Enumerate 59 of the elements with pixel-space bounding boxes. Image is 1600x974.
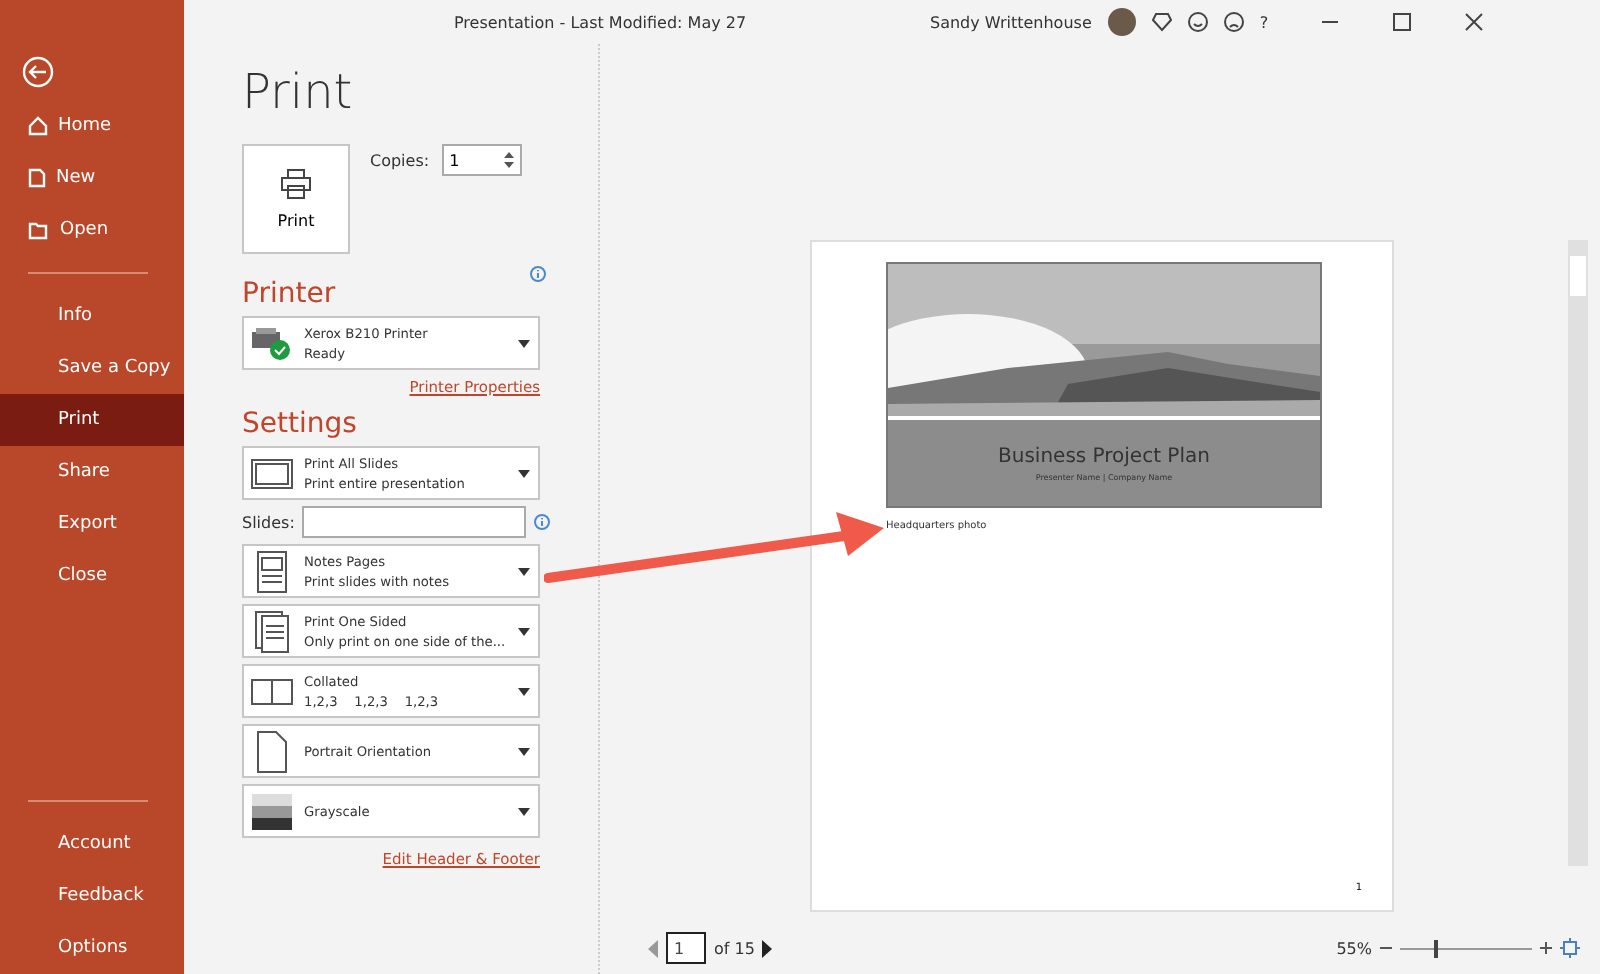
info-icon[interactable] xyxy=(530,266,546,282)
zoom-thumb[interactable] xyxy=(1434,939,1439,957)
sidebar-item[interactable]: Export xyxy=(0,498,184,550)
sidebar-item[interactable]: Open xyxy=(0,204,184,256)
slides-field[interactable] xyxy=(302,506,527,538)
sidebar-item[interactable]: Close xyxy=(0,550,184,602)
grayscale-icon xyxy=(250,789,294,833)
copies-spinner[interactable]: 1 xyxy=(441,144,522,176)
sidebar-item[interactable]: Print xyxy=(0,394,184,446)
fit-page-icon[interactable] xyxy=(1560,938,1580,958)
sidebar-item[interactable]: Home xyxy=(0,100,184,152)
spin-arrows-icon xyxy=(503,150,514,170)
printer-ready-icon xyxy=(250,325,294,361)
sidebar-item[interactable]: Save a Copy xyxy=(0,342,184,394)
zoom-in-icon[interactable] xyxy=(1540,942,1552,954)
copies-label: Copies: xyxy=(370,151,430,169)
maximize-icon[interactable] xyxy=(1392,12,1413,32)
section-heading: Settings xyxy=(242,408,359,440)
caret-icon xyxy=(518,339,530,347)
sidebar-item[interactable]: Feedback xyxy=(0,870,184,922)
zoom-slider[interactable] xyxy=(1400,939,1532,957)
page-count: of 15 xyxy=(714,939,755,957)
home-icon xyxy=(28,116,48,136)
caret-icon xyxy=(518,687,530,695)
diamond-icon[interactable] xyxy=(1151,12,1172,32)
document-icon xyxy=(28,168,46,188)
scrollbar[interactable] xyxy=(1568,240,1588,866)
zoom-out-icon[interactable] xyxy=(1380,942,1392,954)
help-button[interactable]: ? xyxy=(1259,13,1269,31)
section-heading: Printer xyxy=(242,278,336,310)
page-field[interactable]: 1 xyxy=(666,932,706,964)
printer-icon xyxy=(280,168,312,200)
info-icon[interactable] xyxy=(534,514,551,530)
sidebar-item[interactable]: New xyxy=(0,152,184,204)
sidebar-item[interactable]: Options xyxy=(0,922,184,974)
next-page-icon[interactable] xyxy=(762,939,773,957)
slides-label: Slides: xyxy=(242,513,295,531)
sidebar-item[interactable]: Share xyxy=(0,446,184,498)
sidebar-item[interactable]: Info xyxy=(0,290,184,342)
sidebar-item[interactable]: Account xyxy=(0,818,184,870)
user-name: Sandy Writtenhouse xyxy=(930,13,1092,31)
caret-icon xyxy=(518,567,530,575)
caret-icon xyxy=(518,747,530,755)
slide-title: Business Project Plan xyxy=(998,445,1210,467)
caret-icon xyxy=(518,807,530,815)
back-icon[interactable] xyxy=(22,56,54,88)
page-heading: Print xyxy=(242,64,355,124)
folder-icon xyxy=(28,221,50,239)
print-button[interactable]: Print xyxy=(242,144,350,254)
previous-page-icon[interactable] xyxy=(648,939,658,957)
close-icon[interactable] xyxy=(1464,12,1485,32)
pages-icon xyxy=(250,609,294,653)
caret-icon xyxy=(518,627,530,635)
avatar-icon[interactable] xyxy=(1107,8,1136,36)
smiley-icon[interactable] xyxy=(1187,12,1208,32)
window-title: Presentation - Last Modified: May 27 xyxy=(454,13,749,31)
zoom-level: 55% xyxy=(1336,939,1372,957)
caret-icon xyxy=(518,469,530,477)
frown-icon[interactable] xyxy=(1223,12,1244,32)
